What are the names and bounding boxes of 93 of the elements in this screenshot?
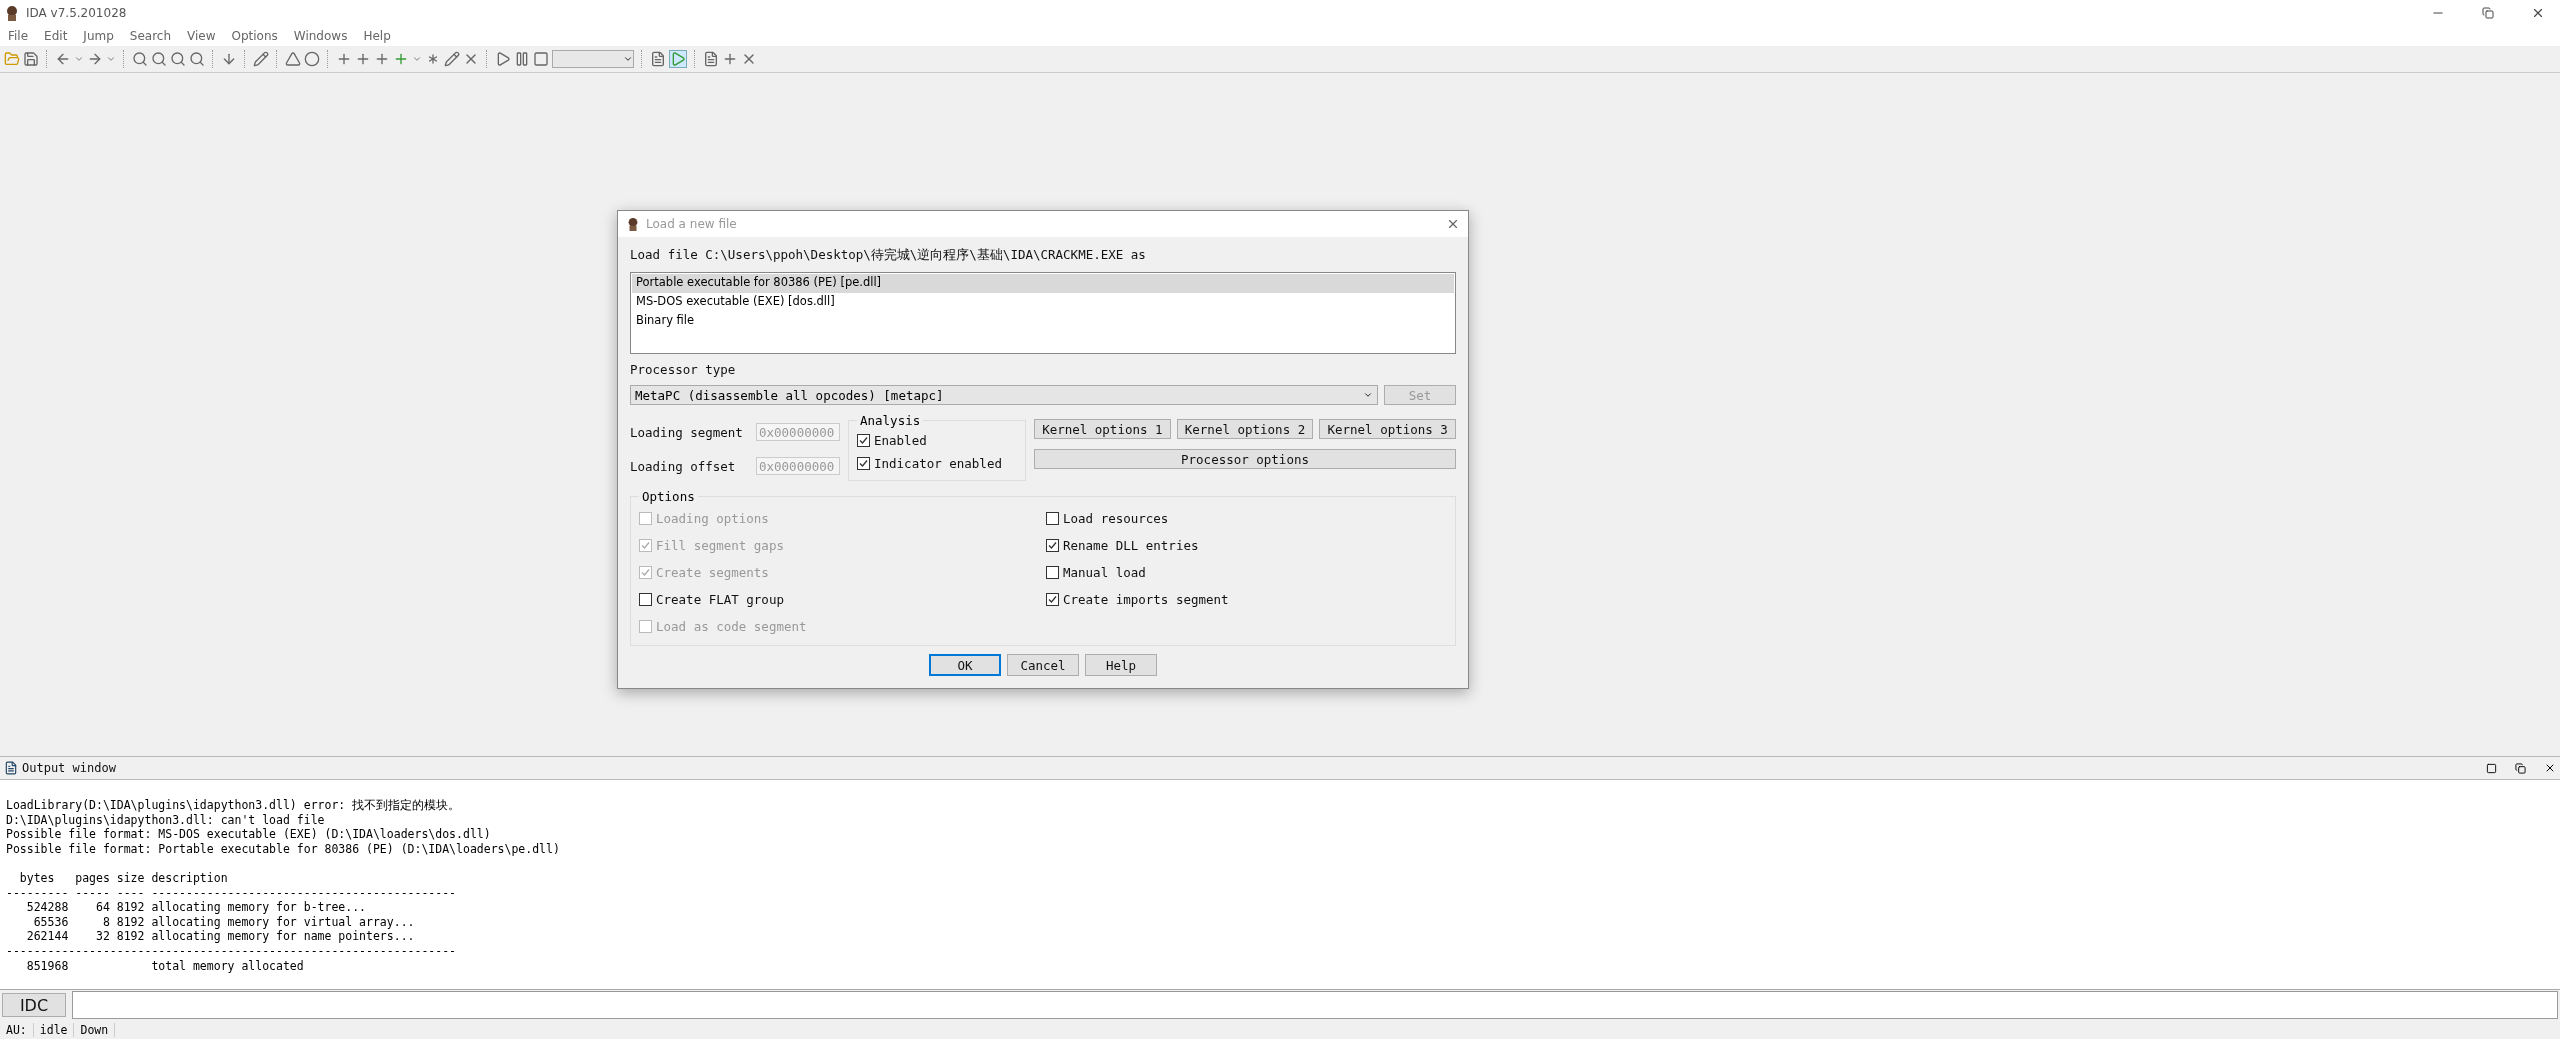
checkbox-label: Load as code segment — [656, 619, 807, 634]
plus-icon[interactable] — [374, 51, 390, 67]
caret-icon — [623, 54, 633, 64]
plus-icon[interactable] — [722, 51, 738, 67]
menu-item[interactable]: Edit — [36, 29, 76, 43]
save-icon[interactable] — [23, 51, 39, 67]
checkbox-label: Create FLAT group — [656, 592, 784, 607]
log-line: 65536 8 8192 allocating memory for virtual array... — [32, 914, 416, 930]
dialog-title: Load a new file — [646, 217, 738, 231]
circle-icon[interactable] — [304, 51, 320, 67]
checkbox-label: Create imports segment — [1063, 592, 1229, 607]
list-item[interactable]: Binary file — [632, 312, 1454, 331]
menu-item[interactable]: Options — [223, 29, 286, 43]
checkbox[interactable]: Rename DLL entries — [1046, 535, 1447, 556]
log-line: Possible file format: MS-DOS executable (EXE) (D:\IDA\loaders\dos.dll) — [6, 827, 492, 842]
status-text: AU: — [0, 1022, 34, 1037]
log-line: D:\IDA\plugins\idapython3.dll: can't load file — [6, 812, 326, 828]
group-title: Options — [641, 489, 696, 504]
window-title: IDA v7.5.201028 — [26, 6, 128, 20]
menu-item[interactable]: Windows — [285, 29, 356, 43]
app-icon — [626, 217, 640, 231]
plus-icon[interactable] — [336, 51, 352, 67]
kernel-options-button[interactable]: Kernel options 1 — [1034, 419, 1171, 439]
menu-item[interactable]: Jump — [75, 29, 122, 43]
command-field[interactable] — [72, 991, 2558, 1019]
menu-item[interactable]: Help — [355, 29, 399, 43]
stop-icon[interactable] — [533, 51, 549, 67]
checkbox-label: Indicator enabled — [874, 456, 1002, 471]
kernel-options-button[interactable]: Kernel options 2 — [1176, 419, 1314, 439]
warning-icon[interactable] — [285, 51, 301, 67]
processor-dropdown[interactable]: MetaPC (disassemble all opcodes) [metapc] — [630, 385, 1378, 405]
forward-arrow-icon[interactable] — [87, 51, 103, 67]
checkbox-box[interactable] — [639, 593, 652, 606]
field-label: Loading segment — [630, 424, 743, 440]
prompt-text: Load file C:\Users\ppoh\Desktop\待完城\逆向程序\基础\IDA\CRACKME.EXE as — [630, 247, 1147, 264]
checkbox-label: Loading options — [656, 511, 769, 526]
kernel-options-button[interactable]: Kernel options 3 — [1319, 419, 1456, 439]
status-text: idle — [33, 1022, 75, 1037]
dialog-button[interactable]: Cancel — [1007, 654, 1079, 676]
plus-icon[interactable] — [355, 51, 371, 67]
down-arrow-icon[interactable] — [221, 51, 237, 67]
document-icon[interactable] — [703, 51, 719, 67]
log-line: bytes pages size description — [18, 870, 229, 886]
checkbox[interactable]: Enabled — [857, 430, 1017, 451]
list-item[interactable]: Portable executable for 80386 (PE) [pe.dll] — [632, 274, 1454, 293]
caret-icon — [1363, 390, 1373, 400]
menu-item[interactable]: Search — [121, 29, 180, 43]
checkbox-box[interactable] — [857, 434, 870, 447]
log-line: Possible file format: Portable executable for 80386 (PE) (D:\IDA\loaders\pe.dll) — [6, 841, 561, 857]
status-text: Down — [74, 1022, 116, 1037]
checkbox-label: Enabled — [874, 433, 927, 448]
log-line: 262144 32 8192 allocating memory for name pointers... — [25, 929, 416, 944]
checkbox[interactable]: Indicator enabled — [857, 453, 1017, 474]
log-line: 524288 64 8192 allocating memory for b-tree... — [25, 900, 368, 915]
dialog-button[interactable]: OK — [929, 654, 1001, 676]
checkbox-label: Fill segment gaps — [656, 538, 784, 553]
field-label: Processor type — [630, 362, 737, 377]
checkbox-label: Rename DLL entries — [1063, 538, 1199, 553]
close-icon[interactable] — [2544, 762, 2556, 774]
checkbox-box[interactable] — [1046, 566, 1059, 579]
checkbox-label: Load resources — [1063, 511, 1169, 526]
checkbox[interactable]: Load resources — [1046, 508, 1447, 529]
float-icon[interactable] — [2515, 762, 2526, 774]
maximize-icon[interactable] — [2486, 762, 2497, 774]
app-icon — [4, 5, 20, 21]
field-label: Loading offset — [630, 458, 736, 474]
log-line: ----------------------------------------------------------------- — [6, 943, 458, 959]
list-item[interactable]: MS-DOS executable (EXE) [dos.dll] — [632, 293, 1454, 312]
checkbox[interactable]: Create imports segment — [1046, 589, 1447, 610]
checkbox-label: Manual load — [1063, 565, 1146, 580]
group-title: Analysis — [859, 413, 922, 428]
checkbox-box[interactable] — [1046, 512, 1059, 525]
checkbox-label: Create segments — [656, 565, 769, 580]
document-icon[interactable] — [650, 51, 666, 67]
menu-item[interactable]: View — [179, 29, 224, 43]
log-line: --------- ----- ---- -------------------------------------------- — [6, 885, 458, 901]
checkbox-box[interactable] — [1046, 593, 1059, 606]
checkbox-box[interactable] — [857, 457, 870, 470]
checkbox[interactable]: Manual load — [1046, 562, 1447, 583]
document-icon — [4, 761, 18, 775]
log-line: LoadLibrary(D:\IDA\plugins\idapython3.dll) error: 找不到指定的模块。 — [6, 798, 462, 813]
dialog-button[interactable]: Help — [1085, 654, 1157, 676]
checkbox-box[interactable] — [1046, 539, 1059, 552]
panel-title: Output window — [22, 761, 117, 775]
edit-icon[interactable] — [253, 51, 269, 67]
log-line: 851968 total memory allocated — [25, 958, 305, 974]
pause-icon[interactable] — [514, 51, 530, 67]
checkbox[interactable]: Create FLAT group — [639, 589, 1040, 610]
play-icon[interactable] — [495, 51, 511, 67]
processor-options-button[interactable]: Processor options — [1034, 449, 1456, 469]
command-button[interactable]: IDC — [2, 993, 66, 1017]
edit-icon[interactable] — [444, 51, 460, 67]
menu-item[interactable]: File — [0, 29, 37, 43]
